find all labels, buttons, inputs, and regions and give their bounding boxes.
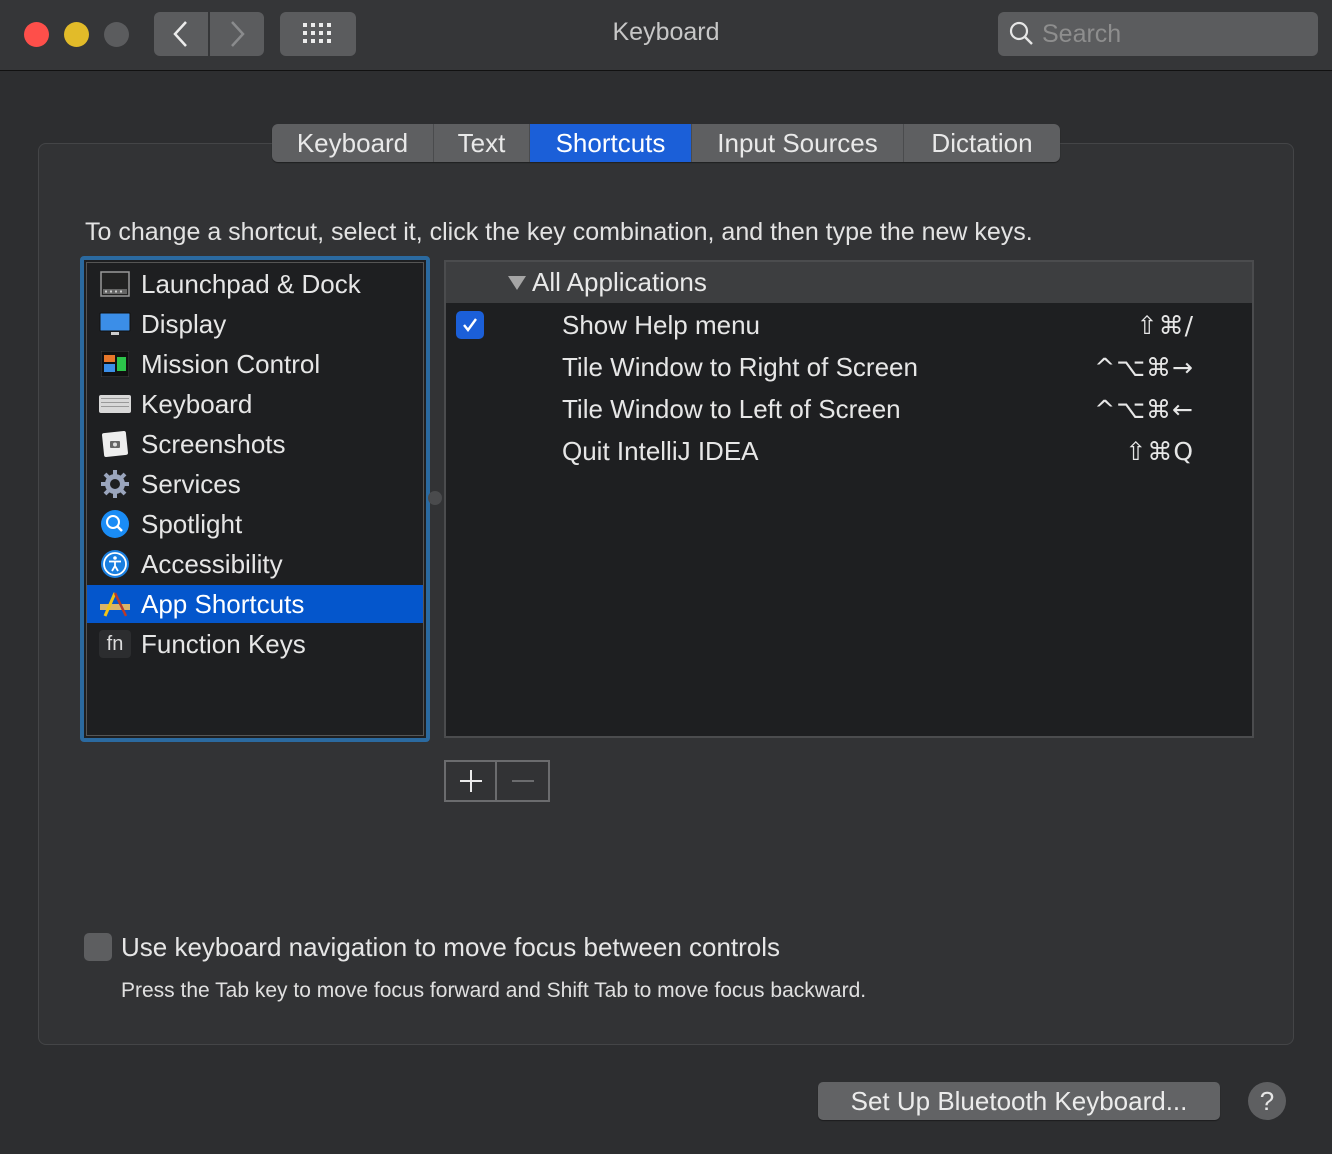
shortcut-row[interactable]: Tile Window to Right of Screen ^⌥⌘→	[446, 346, 1252, 388]
shortcut-row[interactable]: Tile Window to Left of Screen ^⌥⌘←	[446, 388, 1252, 430]
category-spotlight[interactable]: Spotlight	[87, 505, 423, 543]
category-label: App Shortcuts	[141, 588, 305, 619]
category-label: Keyboard	[141, 388, 253, 419]
accessibility-icon	[99, 548, 131, 580]
shortcut-enabled-checkbox[interactable]	[456, 311, 484, 339]
grid-icon	[303, 23, 331, 43]
minimize-window-button[interactable]	[64, 22, 89, 47]
chevron-left-icon	[173, 21, 187, 47]
search-field[interactable]	[998, 12, 1318, 56]
category-accessibility[interactable]: Accessibility	[87, 545, 423, 583]
back-button[interactable]	[154, 12, 208, 56]
category-function-keys[interactable]: fn Function Keys	[87, 625, 423, 663]
setup-bluetooth-keyboard-button[interactable]: Set Up Bluetooth Keyboard...	[818, 1082, 1220, 1120]
category-label: Function Keys	[141, 628, 306, 659]
minus-icon	[511, 780, 534, 782]
shortcut-keys[interactable]: ^⌥⌘←	[1094, 395, 1194, 424]
screenshots-icon	[99, 428, 131, 460]
category-mission-control[interactable]: Mission Control	[87, 345, 423, 383]
keyboard-navigation-hint: Press the Tab key to move focus forward …	[121, 979, 867, 1002]
group-row-all-applications[interactable]: All Applications	[446, 262, 1252, 303]
instruction-text: To change a shortcut, select it, click t…	[85, 218, 1033, 246]
tab-keyboard[interactable]: Keyboard	[272, 124, 434, 162]
keyboard-navigation-label[interactable]: Use keyboard navigation to move focus be…	[121, 932, 780, 963]
close-window-button[interactable]	[24, 22, 49, 47]
chevron-right-icon	[231, 21, 245, 47]
shortcut-name: Tile Window to Right of Screen	[562, 351, 918, 382]
shortcut-table[interactable]: All Applications Show Help menu ⇧⌘/ Tile…	[444, 260, 1254, 738]
tab-input-sources[interactable]: Input Sources	[692, 124, 904, 162]
category-label: Mission Control	[141, 348, 321, 379]
titlebar: Keyboard	[0, 0, 1332, 71]
tab-text[interactable]: Text	[434, 124, 530, 162]
display-icon	[99, 308, 131, 340]
shortcut-name: Quit IntelliJ IDEA	[562, 435, 759, 466]
shortcut-keys[interactable]: ^⌥⌘→	[1094, 353, 1194, 382]
mission-control-icon	[99, 348, 131, 380]
remove-shortcut-button[interactable]	[497, 762, 548, 800]
shortcut-row[interactable]: Show Help menu ⇧⌘/	[446, 304, 1252, 346]
tab-shortcuts[interactable]: Shortcuts	[530, 124, 692, 162]
spotlight-icon	[99, 508, 131, 540]
search-input[interactable]	[1042, 19, 1302, 49]
add-remove-control	[444, 760, 550, 802]
keyboard-navigation-checkbox[interactable]	[84, 933, 112, 961]
shortcut-name: Show Help menu	[562, 309, 760, 340]
shortcut-category-list[interactable]: Launchpad & Dock Display Mission Control…	[80, 256, 430, 742]
disclosure-triangle-icon[interactable]	[508, 275, 526, 290]
shortcut-keys[interactable]: ⇧⌘Q	[1125, 437, 1194, 466]
category-app-shortcuts[interactable]: App Shortcuts	[87, 585, 423, 623]
category-label: Screenshots	[141, 428, 286, 459]
zoom-window-button[interactable]	[104, 22, 129, 47]
category-keyboard[interactable]: Keyboard	[87, 385, 423, 423]
add-shortcut-button[interactable]	[446, 762, 497, 800]
app-shortcuts-icon	[99, 588, 131, 620]
shortcut-name: Tile Window to Left of Screen	[562, 393, 901, 424]
group-label: All Applications	[532, 267, 707, 297]
keyboard-icon	[99, 388, 131, 420]
tab-dictation[interactable]: Dictation	[904, 124, 1060, 162]
shortcut-keys[interactable]: ⇧⌘/	[1137, 311, 1194, 340]
gear-icon	[99, 468, 131, 500]
category-label: Spotlight	[141, 508, 243, 539]
category-label: Accessibility	[141, 548, 283, 579]
fn-icon: fn	[99, 628, 131, 660]
category-label: Display	[141, 308, 227, 339]
help-button[interactable]: ?	[1248, 1082, 1286, 1120]
split-view-handle[interactable]	[428, 491, 442, 505]
category-label: Launchpad & Dock	[141, 268, 361, 299]
category-label: Services	[141, 468, 241, 499]
category-services[interactable]: Services	[87, 465, 423, 503]
show-all-button[interactable]	[280, 12, 356, 56]
search-icon	[1009, 21, 1033, 45]
tab-bar: Keyboard Text Shortcuts Input Sources Di…	[272, 124, 1060, 162]
forward-button[interactable]	[210, 12, 264, 56]
plus-icon	[459, 770, 482, 792]
category-screenshots[interactable]: Screenshots	[87, 425, 423, 463]
category-launchpad-dock[interactable]: Launchpad & Dock	[87, 265, 423, 303]
launchpad-dock-icon	[99, 268, 131, 300]
checkmark-icon	[463, 318, 477, 332]
shortcut-row[interactable]: Quit IntelliJ IDEA ⇧⌘Q	[446, 430, 1252, 472]
category-display[interactable]: Display	[87, 305, 423, 343]
